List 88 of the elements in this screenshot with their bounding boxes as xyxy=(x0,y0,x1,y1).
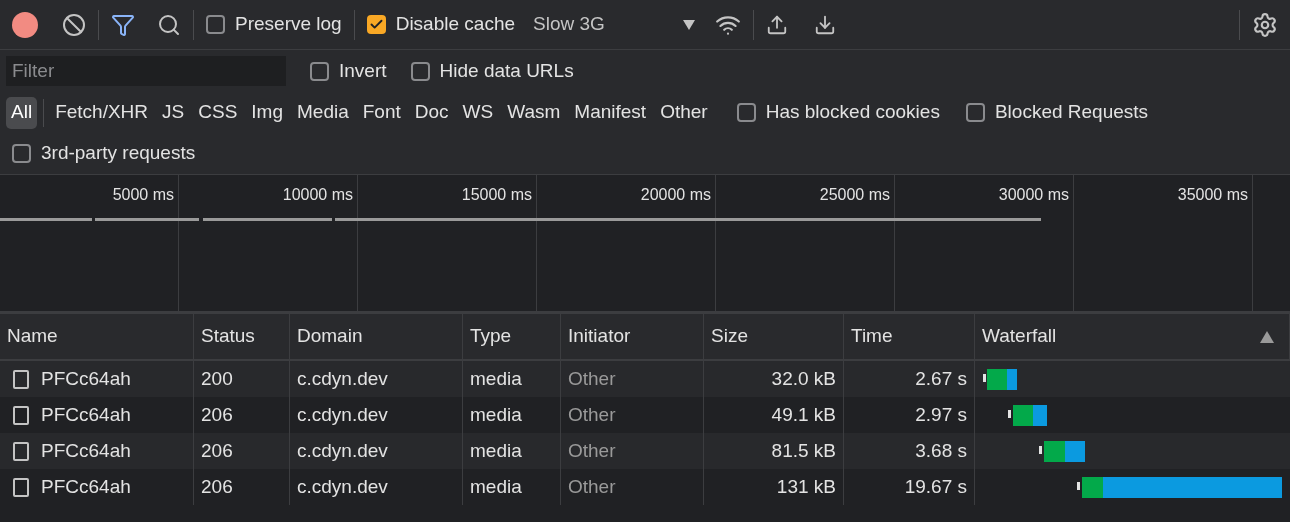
checkbox[interactable] xyxy=(12,144,31,163)
search-icon[interactable] xyxy=(157,12,181,37)
timeline-tick: 20000 ms xyxy=(640,185,711,205)
table-cell-text: Other xyxy=(568,366,616,391)
type-filter-tab[interactable]: Img xyxy=(246,96,288,129)
check-icon xyxy=(368,17,384,32)
type-filter-tab[interactable]: JS xyxy=(157,96,190,129)
timeline-tick: 10000 ms xyxy=(282,185,353,205)
table-cell-text: PFCc64ah xyxy=(41,474,131,499)
timeline-tick: 25000 ms xyxy=(819,185,890,205)
table-cell-text: Other xyxy=(568,402,616,427)
table-cell-text: 19.67 s xyxy=(904,474,967,499)
table-cell-text: media xyxy=(470,366,522,391)
table-cell-text: media xyxy=(470,474,522,499)
table-cell-text: 200 xyxy=(201,366,233,391)
table-cell-text: c.cdyn.dev xyxy=(297,438,388,463)
table-cell-text: 49.1 kB xyxy=(771,402,836,427)
checkbox[interactable] xyxy=(366,15,386,34)
table-cell-text: media xyxy=(470,402,522,427)
checkbox[interactable] xyxy=(410,61,430,81)
type-filter-tab[interactable]: Wasm xyxy=(502,96,566,129)
file-icon xyxy=(13,477,29,497)
checkbox-label: 3rd-party requests xyxy=(41,141,196,166)
table-cell-text: 3.68 s xyxy=(915,438,967,463)
table-cell-text: 206 xyxy=(201,402,233,427)
checkbox-label: Blocked Requests xyxy=(994,100,1149,125)
dropdown-caret-icon xyxy=(683,19,695,30)
checkbox[interactable] xyxy=(965,103,985,122)
type-filter-tab[interactable]: Doc xyxy=(409,96,454,129)
table-cell-text: 32.0 kB xyxy=(771,366,836,391)
table-cell-text: c.cdyn.dev xyxy=(297,402,388,427)
checkbox-label: Invert xyxy=(339,58,387,83)
type-filter-tab[interactable]: Fetch/XHR xyxy=(50,96,154,129)
clear-icon[interactable] xyxy=(62,12,86,37)
checkbox[interactable] xyxy=(310,61,329,81)
table-cell-text: media xyxy=(470,438,522,463)
table-cell-text: 131 kB xyxy=(776,474,836,499)
table-cell-text: 2.97 s xyxy=(915,402,967,427)
column-header[interactable]: Initiator xyxy=(561,314,704,359)
timeline-tick: 5000 ms xyxy=(112,185,174,205)
table-cell-text: Other xyxy=(568,474,616,499)
waterfall-bar xyxy=(1008,405,1047,426)
checkbox[interactable] xyxy=(206,15,225,34)
file-icon xyxy=(13,369,29,389)
checkbox-label: Has blocked cookies xyxy=(765,100,940,125)
throttling-dropdown[interactable]: Slow 3G xyxy=(533,10,695,39)
column-header[interactable]: Time xyxy=(844,314,975,359)
column-header[interactable]: Type xyxy=(463,314,561,359)
table-cell-text: 81.5 kB xyxy=(771,438,836,463)
table-cell-text: c.cdyn.dev xyxy=(297,474,388,499)
timeline-tick: 30000 ms xyxy=(998,185,1069,205)
upload-icon[interactable] xyxy=(766,13,788,36)
waterfall-bar xyxy=(1039,441,1085,462)
type-filter-tab[interactable]: Manifest xyxy=(569,96,652,129)
sort-triangle-icon xyxy=(1260,330,1274,343)
checkbox-label: Disable cache xyxy=(395,12,515,37)
column-header[interactable]: Waterfall xyxy=(975,314,1290,359)
table-cell-text: 206 xyxy=(201,438,233,463)
column-header[interactable]: Name xyxy=(0,314,194,359)
table-cell-text: 2.67 s xyxy=(915,366,967,391)
table-cell-text: PFCc64ah xyxy=(41,366,131,391)
file-icon xyxy=(13,405,29,425)
timeline-tick: 35000 ms xyxy=(1177,185,1248,205)
table-cell-text: c.cdyn.dev xyxy=(297,366,388,391)
table-cell-text: PFCc64ah xyxy=(41,402,131,427)
download-icon[interactable] xyxy=(814,13,836,36)
column-header[interactable]: Size xyxy=(704,314,844,359)
checkbox[interactable] xyxy=(736,103,756,122)
file-icon xyxy=(13,441,29,461)
table-cell-text: 206 xyxy=(201,474,233,499)
timeline-tick: 15000 ms xyxy=(461,185,532,205)
filter-field[interactable]: Filter xyxy=(6,56,286,86)
column-header[interactable]: Domain xyxy=(290,314,463,359)
table-cell-text: PFCc64ah xyxy=(41,438,131,463)
type-filter-tab[interactable]: CSS xyxy=(193,96,243,129)
type-filter-tab[interactable]: Font xyxy=(357,96,406,129)
type-filter-tab[interactable]: Other xyxy=(655,96,713,129)
type-filter-tab[interactable]: All xyxy=(6,96,38,129)
column-header[interactable]: Status xyxy=(194,314,290,359)
checkbox-label: Hide data URLs xyxy=(439,58,574,83)
settings-icon[interactable] xyxy=(1252,11,1278,38)
record-icon[interactable] xyxy=(12,11,38,38)
checkbox-label: Preserve log xyxy=(235,12,342,37)
type-filter-tab[interactable]: WS xyxy=(457,96,499,129)
type-filter-tab[interactable]: Media xyxy=(292,96,354,129)
filter-icon[interactable] xyxy=(111,12,135,37)
waterfall-bar xyxy=(983,369,1017,390)
table-cell-text: Other xyxy=(568,438,616,463)
